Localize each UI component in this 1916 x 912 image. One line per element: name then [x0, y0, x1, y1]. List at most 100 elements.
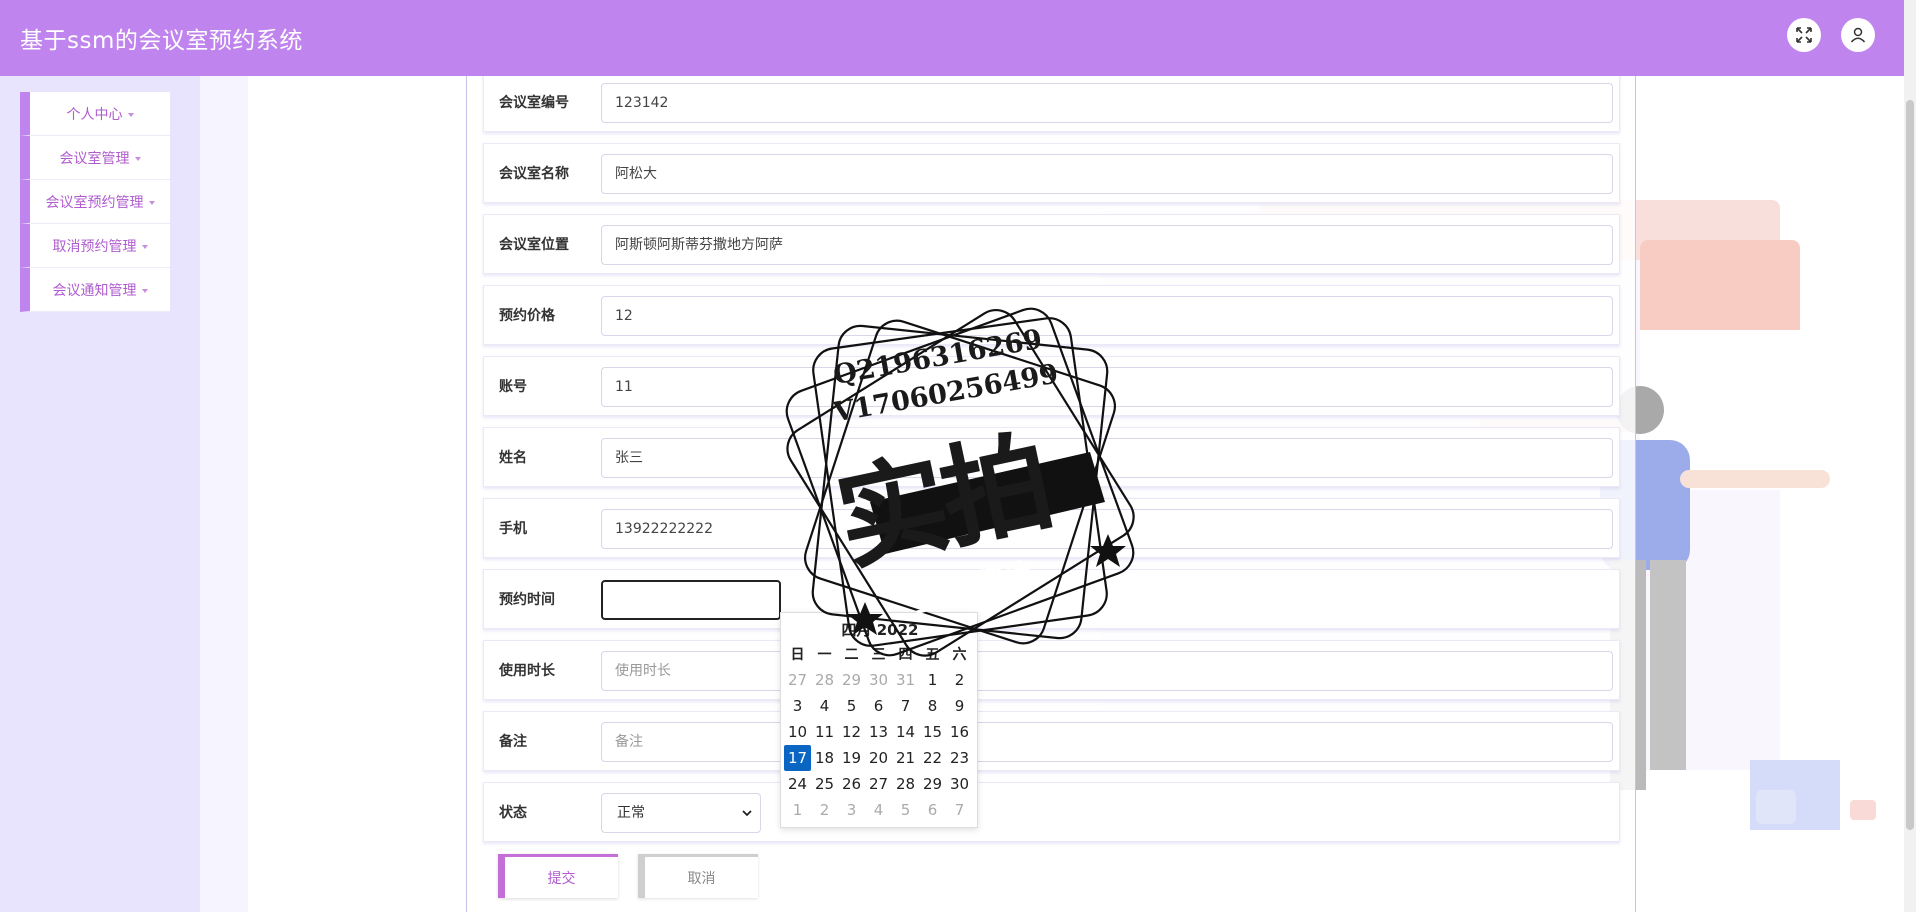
datepicker-day[interactable]: 3 [784, 693, 811, 719]
datepicker-day[interactable]: 29 [919, 771, 946, 797]
datepicker-day[interactable]: 26 [838, 771, 865, 797]
phone-label: 手机 [499, 521, 527, 537]
fullscreen-button[interactable] [1787, 18, 1821, 52]
datepicker-day[interactable]: 8 [919, 693, 946, 719]
duration-input[interactable]: 使用时长 [601, 651, 1613, 691]
datepicker-day[interactable]: 11 [811, 719, 838, 745]
datepicker-day[interactable]: 30 [865, 667, 892, 693]
datepicker-day[interactable]: 2 [811, 797, 838, 823]
datepicker-day[interactable]: 20 [865, 745, 892, 771]
datepicker-day[interactable]: 5 [892, 797, 919, 823]
app-title: 基于ssm的会议室预约系统 [20, 28, 303, 54]
form-row-status: 状态 正常 [483, 782, 1620, 842]
datepicker-day[interactable]: 21 [892, 745, 919, 771]
phone-input[interactable]: 13922222222 [601, 509, 1613, 549]
sidebar-menu: 个人中心 会议室管理 会议室预约管理 取消预约管理 会议通知管理 [20, 92, 170, 312]
room-name-input[interactable]: 阿松大 [601, 154, 1613, 194]
datepicker-grid: 日一二三四五六 27 28 29 30 31 1 2 3 4 5 6 7 8 9 10 11 12 13 14 15 16… [784, 641, 973, 823]
caret-down-icon [141, 244, 148, 249]
chevron-down-icon [742, 810, 752, 817]
name-input[interactable]: 张三 [601, 438, 1613, 478]
form-row-name: 姓名 张三 [483, 427, 1620, 487]
submit-button[interactable]: 提交 [498, 854, 618, 898]
datepicker-day[interactable]: 18 [811, 745, 838, 771]
datepicker-day[interactable]: 25 [811, 771, 838, 797]
datepicker-day[interactable]: 6 [865, 693, 892, 719]
user-icon [1850, 27, 1866, 43]
book-time-input[interactable] [601, 580, 781, 620]
datepicker-weekday: 四 [898, 647, 913, 663]
price-label: 预约价格 [499, 308, 555, 324]
account-label: 账号 [499, 379, 527, 395]
datepicker-day[interactable]: 2 [946, 667, 973, 693]
form-row-price: 预约价格 12 [483, 285, 1620, 345]
sidebar-item-notice-management[interactable]: 会议通知管理 [20, 268, 170, 312]
status-label: 状态 [499, 805, 527, 821]
datepicker-day[interactable]: 1 [919, 667, 946, 693]
datepicker-day[interactable]: 31 [892, 667, 919, 693]
caret-down-icon [134, 156, 141, 161]
caret-down-icon [127, 112, 134, 117]
datepicker-day[interactable]: 19 [838, 745, 865, 771]
remark-input[interactable]: 备注 [601, 722, 1613, 762]
datepicker-day[interactable]: 4 [865, 797, 892, 823]
datepicker-day[interactable]: 4 [811, 693, 838, 719]
price-input[interactable]: 12 [601, 296, 1613, 336]
datepicker-day[interactable]: 10 [784, 719, 811, 745]
expand-icon [1796, 27, 1812, 43]
room-location-label: 会议室位置 [499, 237, 569, 253]
status-select[interactable]: 正常 [601, 793, 761, 833]
room-no-input[interactable]: 123142 [601, 83, 1613, 123]
datepicker-weekday: 六 [952, 647, 967, 663]
datepicker-day[interactable]: 5 [838, 693, 865, 719]
sidebar-item-label: 会议室管理 [59, 150, 130, 167]
datepicker-day[interactable]: 7 [892, 693, 919, 719]
datepicker-day[interactable]: 3 [838, 797, 865, 823]
cancel-button[interactable]: 取消 [638, 854, 758, 898]
room-no-label: 会议室编号 [499, 95, 569, 111]
remark-label: 备注 [499, 734, 527, 750]
datepicker-day[interactable]: 9 [946, 693, 973, 719]
sidebar-item-booking-management[interactable]: 会议室预约管理 [20, 180, 170, 224]
book-time-label: 预约时间 [499, 592, 555, 608]
datepicker-day[interactable]: 24 [784, 771, 811, 797]
datepicker-day[interactable]: 23 [946, 745, 973, 771]
datepicker-day[interactable]: 16 [946, 719, 973, 745]
sidebar-item-cancel-management[interactable]: 取消预约管理 [20, 224, 170, 268]
datepicker-day[interactable]: 28 [811, 667, 838, 693]
datepicker-day[interactable]: 17 [784, 745, 811, 771]
datepicker-day[interactable]: 27 [784, 667, 811, 693]
datepicker-day[interactable]: 28 [892, 771, 919, 797]
datepicker-day[interactable]: 1 [784, 797, 811, 823]
datepicker-month-title[interactable]: 四月 2022 [781, 619, 979, 640]
form-row-book-time: 预约时间 [483, 569, 1620, 629]
datepicker-day[interactable]: 30 [946, 771, 973, 797]
sidebar-item-room-management[interactable]: 会议室管理 [20, 136, 170, 180]
datepicker-day[interactable]: 27 [865, 771, 892, 797]
page-scrollbar[interactable] [1904, 0, 1916, 912]
name-label: 姓名 [499, 450, 527, 466]
datepicker-day[interactable]: 14 [892, 719, 919, 745]
duration-label: 使用时长 [499, 663, 555, 679]
datepicker-day[interactable]: 7 [946, 797, 973, 823]
datepicker-day[interactable]: 6 [919, 797, 946, 823]
datepicker-weekday: 五 [925, 647, 940, 663]
sidebar-item-profile[interactable]: 个人中心 [20, 92, 170, 136]
user-button[interactable] [1841, 18, 1875, 52]
scrollbar-thumb[interactable] [1906, 100, 1914, 830]
datepicker-day[interactable]: 22 [919, 745, 946, 771]
room-name-label: 会议室名称 [499, 166, 569, 182]
account-input[interactable]: 11 [601, 367, 1613, 407]
datepicker-day[interactable]: 12 [838, 719, 865, 745]
top-header: 基于ssm的会议室预约系统 [0, 0, 1904, 76]
form-row-room-location: 会议室位置 阿斯顿阿斯蒂芬撒地方阿萨 [483, 214, 1620, 274]
status-select-value: 正常 [617, 805, 645, 821]
sidebar: 个人中心 会议室管理 会议室预约管理 取消预约管理 会议通知管理 [0, 76, 200, 912]
sidebar-item-label: 会议室预约管理 [45, 194, 144, 211]
room-location-input[interactable]: 阿斯顿阿斯蒂芬撒地方阿萨 [601, 225, 1613, 265]
datepicker-day[interactable]: 15 [919, 719, 946, 745]
form-row-duration: 使用时长 使用时长 [483, 640, 1620, 700]
datepicker-popup: 四月 2022 日一二三四五六 27 28 29 30 31 1 2 3 4 5 6 7 8 9 10 11 12… [780, 612, 978, 828]
datepicker-day[interactable]: 29 [838, 667, 865, 693]
datepicker-day[interactable]: 13 [865, 719, 892, 745]
